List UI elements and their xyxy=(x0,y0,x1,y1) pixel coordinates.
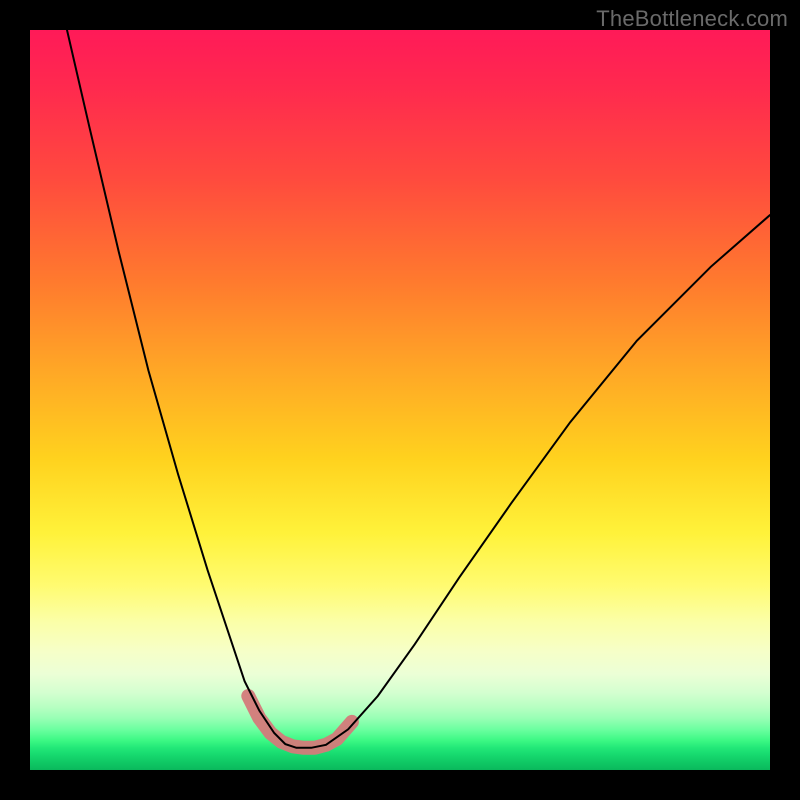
chart-svg xyxy=(30,30,770,770)
plot-area xyxy=(30,30,770,770)
chart-frame: TheBottleneck.com xyxy=(0,0,800,800)
bottleneck-curve xyxy=(67,30,770,748)
highlight-min-region xyxy=(248,696,352,748)
watermark-text: TheBottleneck.com xyxy=(596,6,788,32)
